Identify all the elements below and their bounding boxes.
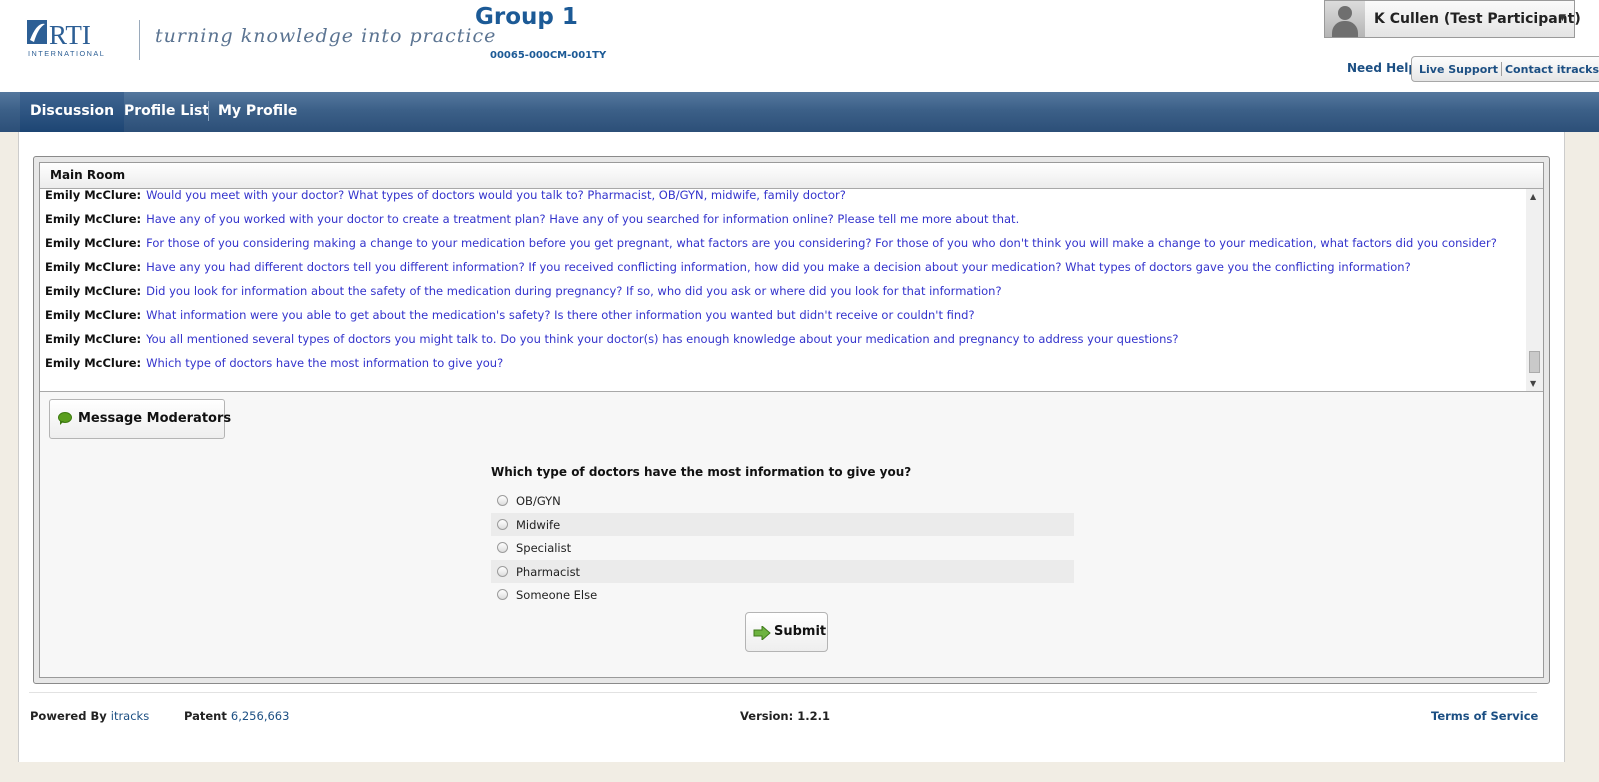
message-sender: Emily McClure: [45, 212, 142, 226]
chat-message: Emily McClure: Have any of you worked wit… [45, 207, 1515, 231]
patent-number-link[interactable]: 6,256,663 [231, 709, 290, 723]
message-text: Which type of doctors have the most info… [146, 356, 504, 370]
message-moderators-button[interactable]: Message Moderators [49, 399, 231, 439]
scroll-thumb[interactable] [1529, 351, 1540, 373]
scroll-down-icon[interactable]: ▼ [1530, 379, 1536, 388]
logo-divider [139, 20, 140, 60]
message-sender: Emily McClure: [45, 284, 142, 298]
option-midwife[interactable]: Midwife [491, 512, 1074, 536]
avatar-icon [1325, 1, 1365, 37]
submit-button[interactable]: Submit [745, 612, 828, 652]
message-moderators-label: Message Moderators [78, 411, 232, 426]
room-title: Main Room [50, 168, 126, 182]
option-label: Pharmacist [516, 564, 581, 579]
rti-logo: RTI INTERNATIONAL [27, 20, 105, 58]
terms-of-service-link[interactable]: Terms of Service [1431, 709, 1538, 723]
powered-by: Powered By itracks [30, 709, 149, 723]
live-support-link[interactable]: Live Support [1416, 63, 1501, 76]
footer-divider [29, 692, 1537, 693]
user-name: K Cullen (Test Participant) [1374, 11, 1581, 27]
message-text: What information were you able to get ab… [146, 308, 975, 322]
speech-bubble-icon [58, 412, 72, 425]
radio-button[interactable] [497, 518, 508, 530]
option-label: OB/GYN [516, 494, 561, 508]
chat-message: Emily McClure: Would you meet with your d… [45, 189, 1515, 207]
message-text: You all mentioned several types of docto… [146, 332, 1179, 346]
submit-label: Submit [774, 624, 827, 639]
help-links: Live Support Contact itracks [1411, 56, 1599, 82]
patent-info: Patent 6,256,663 [184, 709, 289, 723]
message-sender: Emily McClure: [45, 236, 142, 250]
chat-message: Emily McClure: What information were you … [45, 303, 1515, 327]
message-text: Would you meet with your doctor? What ty… [146, 189, 846, 202]
chat-scrollbar[interactable]: ▲ ▼ [1526, 189, 1543, 391]
powered-by-label: Powered By [30, 709, 107, 723]
option-label: Midwife [516, 517, 561, 532]
tab-profile-list[interactable]: Profile List [114, 92, 219, 132]
tagline: turning knowledge into practice [155, 25, 497, 47]
chat-message: Emily McClure: Which type of doctors have… [45, 351, 1515, 375]
version-label: Version: 1.2.1 [740, 709, 830, 723]
arrow-right-icon [753, 626, 771, 640]
chat-message: Emily McClure: Have any you had different… [45, 255, 1515, 279]
option-ob-gyn[interactable]: OB/GYN [491, 489, 1074, 513]
option-label: Specialist [516, 541, 572, 555]
message-text: Have any of you worked with your doctor … [146, 212, 1020, 226]
message-text: Did you look for information about the s… [146, 284, 1002, 298]
option-label: Someone Else [516, 588, 598, 602]
main-panel: Main Room Emily McClure: Would you meet w… [18, 132, 1565, 762]
option-specialist[interactable]: Specialist [491, 536, 1074, 560]
tab-my-profile[interactable]: My Profile [208, 92, 307, 132]
group-code: 00065-000CM-001TY [490, 50, 607, 61]
tab-discussion[interactable]: Discussion [20, 92, 125, 132]
message-text: For those of you considering making a ch… [146, 236, 1497, 250]
radio-button[interactable] [497, 589, 508, 600]
message-sender: Emily McClure: [45, 308, 142, 322]
main-room-panel: Main Room Emily McClure: Would you meet w… [39, 162, 1544, 678]
itracks-link[interactable]: itracks [111, 709, 149, 723]
group-title: Group 1 [475, 4, 578, 30]
chat-log[interactable]: Emily McClure: Would you meet with your d… [40, 189, 1543, 392]
radio-button[interactable] [497, 495, 508, 506]
rti-logo-text: RTI [49, 20, 91, 50]
chat-message: Emily McClure: You all mentioned several … [45, 327, 1515, 351]
chat-message: Emily McClure: For those of you consideri… [45, 231, 1515, 255]
option-someone-else[interactable]: Someone Else [491, 583, 1074, 607]
chevron-down-icon: ▼ [1559, 13, 1566, 23]
message-sender: Emily McClure: [45, 356, 142, 370]
nav-bar: Discussion Profile List My Profile [0, 92, 1599, 132]
contact-itracks-link[interactable]: Contact itracks [1502, 63, 1599, 76]
scroll-up-icon[interactable]: ▲ [1530, 192, 1536, 201]
room-frame: Main Room Emily McClure: Would you meet w… [33, 156, 1550, 684]
message-sender: Emily McClure: [45, 332, 142, 346]
room-header: Main Room [40, 163, 1543, 189]
radio-button[interactable] [497, 565, 508, 577]
rti-logo-subtext: INTERNATIONAL [28, 49, 105, 58]
message-sender: Emily McClure: [45, 260, 142, 274]
user-menu-dropdown[interactable]: K Cullen (Test Participant) ▼ [1324, 0, 1581, 38]
poll-question: Which type of doctors have the most info… [491, 465, 912, 479]
option-pharmacist[interactable]: Pharmacist [491, 559, 1074, 583]
chat-message: Emily McClure: Did you look for informati… [45, 279, 1515, 303]
page-header: RTI INTERNATIONAL turning knowledge into… [0, 0, 1599, 92]
message-text: Have any you had different doctors tell … [146, 260, 1411, 274]
patent-label: Patent [184, 709, 227, 723]
poll-options: OB/GYN Midwife Specialist Pharmacist Som… [491, 489, 1074, 607]
message-sender: Emily McClure: [45, 189, 142, 202]
radio-button[interactable] [497, 542, 508, 553]
